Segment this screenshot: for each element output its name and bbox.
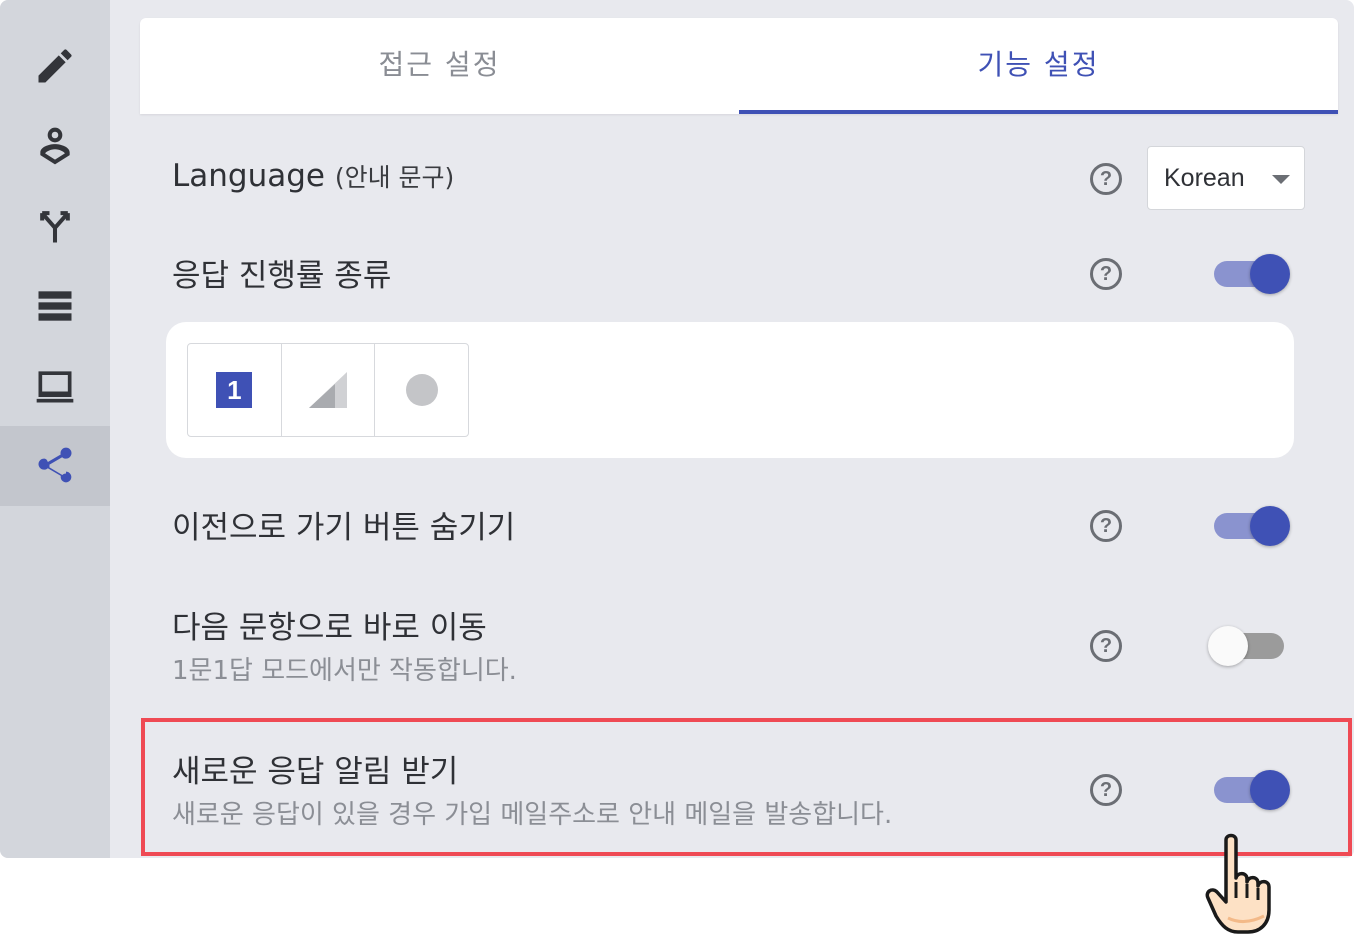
auto-next-toggle[interactable] <box>1208 624 1290 668</box>
progress-type-title: 응답 진행률 종류 <box>172 258 392 294</box>
sidebar-item-respondent[interactable] <box>0 106 110 186</box>
language-title: Language (안내 문구) <box>172 158 454 194</box>
progress-type-row: 응답 진행률 종류 <box>172 250 1302 300</box>
auto-next-subtitle: 1문1답 모드에서만 작동합니다. <box>172 656 517 686</box>
tab-feature-settings[interactable]: 기능 설정 <box>739 18 1338 114</box>
progress-option-number[interactable]: 1 <box>188 344 282 436</box>
sidebar-item-layout[interactable] <box>0 266 110 346</box>
help-icon[interactable]: ? <box>1090 258 1122 290</box>
branch-icon <box>40 211 70 243</box>
help-icon[interactable]: ? <box>1090 163 1122 195</box>
toggle-knob <box>1208 626 1248 666</box>
sidebar-item-share[interactable] <box>0 426 110 506</box>
toggle-knob <box>1250 506 1290 546</box>
share-icon <box>38 447 72 483</box>
sidebar-item-display[interactable] <box>0 346 110 426</box>
sidebar <box>0 0 110 858</box>
language-label: Language <box>172 158 325 194</box>
help-icon[interactable]: ? <box>1090 510 1122 542</box>
monitor-icon <box>36 371 74 403</box>
auto-next-row: 다음 문항으로 바로 이동 1문1답 모드에서만 작동합니다. <box>172 602 1302 692</box>
circle-icon <box>405 374 438 406</box>
settings-tabs: 접근 설정 기능 설정 <box>140 18 1338 114</box>
auto-next-title: 다음 문항으로 바로 이동 <box>172 610 487 646</box>
language-row: Language (안내 문구) <box>172 150 1302 210</box>
language-select[interactable]: Korean <box>1147 146 1305 210</box>
toggle-knob <box>1250 254 1290 294</box>
progress-type-panel: 1 <box>166 322 1294 458</box>
progress-type-toggle[interactable] <box>1214 252 1290 296</box>
hide-prev-button-title: 이전으로 가기 버튼 숨기기 <box>172 510 516 546</box>
hide-prev-button-toggle[interactable] <box>1214 504 1290 548</box>
number-icon: 1 <box>216 372 253 408</box>
tab-access-settings[interactable]: 접근 설정 <box>140 18 739 114</box>
language-select-value: Korean <box>1164 163 1245 192</box>
layout-list-icon <box>38 291 72 321</box>
highlight-box <box>141 718 1352 856</box>
caret-down-icon <box>1272 175 1290 184</box>
triangle-icon <box>309 372 347 408</box>
language-label-suffix: (안내 문구) <box>334 163 455 192</box>
progress-option-circle[interactable] <box>375 344 468 436</box>
hide-prev-button-row: 이전으로 가기 버튼 숨기기 <box>172 502 1302 552</box>
sidebar-item-edit[interactable] <box>0 26 110 106</box>
progress-option-bar[interactable] <box>282 344 376 436</box>
person-badge-icon <box>40 127 70 165</box>
pencil-icon <box>38 49 72 83</box>
hand-pointer-icon <box>1205 833 1271 934</box>
sidebar-item-logic[interactable] <box>0 186 110 266</box>
progress-type-options: 1 <box>187 343 469 437</box>
help-icon[interactable]: ? <box>1090 630 1122 662</box>
